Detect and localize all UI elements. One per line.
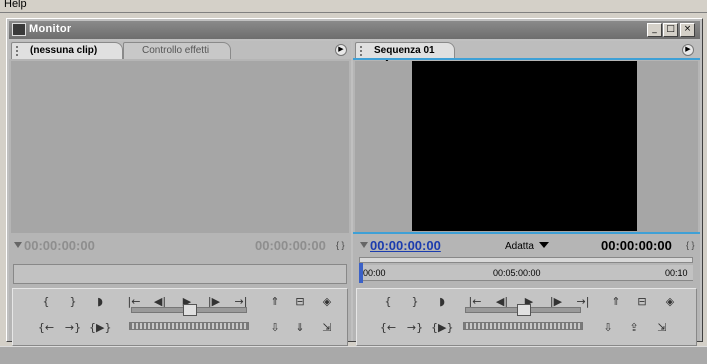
mark-out-button[interactable]: }: [62, 293, 84, 311]
bottom-panel-strip: [0, 346, 707, 364]
source-tab-bar: (nessuna clip) Controllo effetti ▶: [9, 41, 351, 59]
monitor-app-icon: [12, 23, 26, 36]
source-time-ruler[interactable]: [13, 264, 347, 284]
fit-dropdown[interactable]: Adatta: [505, 241, 549, 252]
shuttle-knob[interactable]: [517, 304, 531, 316]
fit-dropdown-label: Adatta: [505, 241, 534, 252]
program-time-ruler[interactable]: 00:00 00:05:00:00 00:10: [359, 257, 693, 283]
go-to-next-marker-button[interactable]: →}: [62, 319, 84, 337]
lift-button[interactable]: ⇩: [597, 319, 619, 337]
shuttle-slider[interactable]: [131, 304, 247, 316]
safe-margins-button[interactable]: ⊟: [289, 293, 311, 311]
program-timecode-row: 00:00:00:00 Adatta 00:00:00:00 { }: [353, 235, 700, 255]
source-video-area: [11, 61, 349, 233]
panel-menu-icon[interactable]: ▶: [335, 44, 347, 56]
program-duration-timecode: 00:00:00:00: [601, 238, 672, 253]
source-current-timecode[interactable]: 00:00:00:00: [24, 238, 95, 253]
ruler-mid-label: 00:05:00:00: [493, 268, 541, 278]
shuttle-knob[interactable]: [183, 304, 197, 316]
program-video-area: [355, 61, 698, 233]
ruler-end-label: 00:10: [665, 268, 688, 278]
go-to-previous-marker-button[interactable]: {←: [35, 319, 57, 337]
close-button[interactable]: ×: [680, 23, 695, 37]
program-current-timecode[interactable]: 00:00:00:00: [370, 238, 441, 253]
active-panel-highlight-bottom: [353, 232, 700, 234]
mark-in-button[interactable]: {: [377, 293, 399, 311]
cti-marker-icon: [360, 242, 368, 248]
program-inout-icon: { }: [686, 240, 695, 250]
jog-disk[interactable]: [129, 322, 249, 330]
title-bar[interactable]: Monitor _ □ ×: [9, 21, 700, 39]
program-transport-controls: { } ◗ |← ◀| ▶ |▶ →| ⇑ ⊟ ◈ {← →} {▶} ⇩ ⇪ …: [356, 288, 697, 346]
extract-button[interactable]: ⇪: [623, 319, 645, 337]
source-monitor-panel: (nessuna clip) Controllo effetti ▶ 00:00…: [9, 41, 351, 346]
safe-margins-button[interactable]: ⊟: [631, 293, 653, 311]
overlay-button[interactable]: ⇓: [289, 319, 311, 337]
trim-button[interactable]: ⇲: [651, 319, 673, 337]
tab-no-clip[interactable]: (nessuna clip): [11, 42, 123, 59]
program-monitor-panel: Sequenza 01 × ▶ 00:00:00:00 Adatta 00:00…: [353, 41, 700, 346]
source-transport-controls: { } ◗ |← ◀| ▶ |▶ →| ⇑ ⊟ ◈ {← →} {▶} ⇩ ⇓ …: [12, 288, 348, 346]
jog-disk[interactable]: [463, 322, 583, 330]
cti-marker-icon: [14, 242, 22, 248]
mark-in-button[interactable]: {: [35, 293, 57, 311]
go-to-previous-edit-button[interactable]: {←: [377, 319, 399, 337]
tab-effect-controls[interactable]: Controllo effetti: [123, 42, 231, 59]
window-title: Monitor: [29, 23, 72, 35]
source-inout-icon: { }: [336, 240, 345, 250]
grip-icon: [360, 46, 366, 56]
program-tab-bar: Sequenza 01 × ▶: [353, 41, 700, 67]
loop-button[interactable]: ⇑: [264, 293, 286, 311]
output-button[interactable]: ◈: [659, 293, 681, 311]
play-in-to-out-button[interactable]: {▶}: [431, 319, 453, 337]
ruler-zoom-bar[interactable]: [359, 257, 693, 263]
loop-button[interactable]: ⇑: [605, 293, 627, 311]
insert-button[interactable]: ⇩: [264, 319, 286, 337]
play-in-to-out-button[interactable]: {▶}: [89, 319, 111, 337]
tab-no-clip-label: (nessuna clip): [30, 45, 98, 56]
ruler-start-label: 00:00: [363, 268, 386, 278]
menu-bar: Help: [0, 0, 707, 13]
tab-sequence-01-label: Sequenza 01: [374, 45, 435, 56]
mark-out-button[interactable]: }: [404, 293, 426, 311]
set-marker-button[interactable]: ◗: [89, 293, 111, 311]
active-panel-highlight: [353, 58, 700, 60]
tab-effect-controls-label: Controllo effetti: [142, 45, 210, 56]
output-button[interactable]: ◈: [316, 293, 338, 311]
shuttle-slider[interactable]: [465, 304, 581, 316]
export-frame-button[interactable]: ⇲: [316, 319, 338, 337]
maximize-button[interactable]: □: [663, 23, 678, 37]
menu-help[interactable]: Help: [4, 0, 27, 10]
minimize-button[interactable]: _: [647, 23, 662, 37]
monitor-window: Monitor _ □ × (nessuna clip) Controllo e…: [6, 18, 703, 346]
program-video-frame: [412, 61, 637, 231]
go-to-next-edit-button[interactable]: →}: [404, 319, 426, 337]
dropdown-arrow-icon: [538, 242, 549, 248]
source-duration-timecode: 00:00:00:00: [255, 238, 326, 253]
panel-menu-icon[interactable]: ▶: [682, 44, 694, 56]
tab-sequence-01[interactable]: Sequenza 01 ×: [355, 42, 455, 67]
grip-icon: [16, 46, 22, 56]
source-timecode-row: 00:00:00:00 00:00:00:00 { }: [9, 235, 351, 255]
set-marker-button[interactable]: ◗: [431, 293, 453, 311]
